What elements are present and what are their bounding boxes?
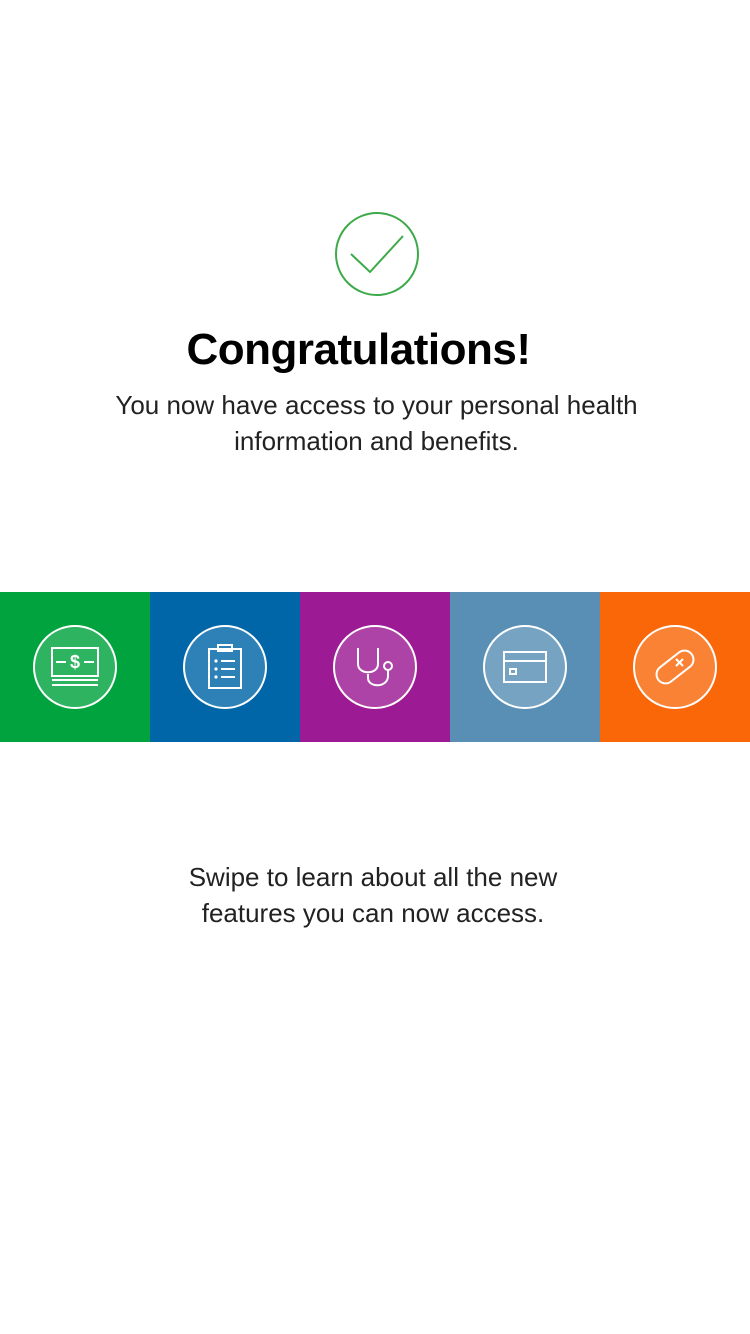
feature-tile-card[interactable] <box>450 592 600 742</box>
pill-icon <box>655 649 695 685</box>
swipe-hint: Swipe to learn about all the new feature… <box>188 862 558 928</box>
clipboard-list-icon <box>208 644 242 689</box>
feature-icon-circle <box>183 625 267 709</box>
stethoscope-icon <box>357 648 393 687</box>
success-message: You now have access to your personal hea… <box>115 390 638 456</box>
page-title: Congratulations! <box>186 325 531 374</box>
feature-tile-clipboard[interactable] <box>150 592 300 742</box>
feature-icon-circle: $ <box>33 625 117 709</box>
feature-icon-circle <box>633 625 717 709</box>
feature-tile-claims[interactable]: $ <box>0 592 150 742</box>
feature-icon-circle <box>333 625 417 709</box>
checkmark-circle-icon <box>334 211 420 297</box>
feature-tile-pharmacy[interactable] <box>600 592 750 742</box>
feature-strip: $ <box>0 592 750 742</box>
svg-text:$: $ <box>70 652 80 672</box>
feature-tile-care[interactable] <box>300 592 450 742</box>
id-card-icon <box>503 651 547 683</box>
feature-icon-circle <box>483 625 567 709</box>
dollar-bill-icon: $ <box>51 647 99 686</box>
